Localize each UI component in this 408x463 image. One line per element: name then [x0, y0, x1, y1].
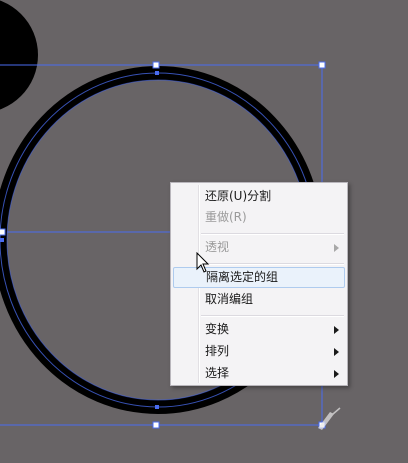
black-circle-shape[interactable] [0, 0, 38, 113]
artboard-canvas[interactable]: 还原(U)分割 重做(R) 透视 隔离选定的组 取消编组 变换 排列 选择 [0, 0, 408, 463]
menu-item-label: 变换 [205, 322, 230, 336]
menu-item-label: 还原(U)分割 [205, 189, 272, 203]
submenu-arrow-icon [334, 244, 339, 252]
handle-top-center[interactable] [152, 61, 160, 69]
handle-bottom-center[interactable] [152, 421, 160, 429]
menu-item-label: 取消编组 [205, 292, 254, 306]
menu-item-transform[interactable]: 变换 [173, 319, 345, 340]
anchor-point-bottom[interactable] [155, 405, 159, 409]
menu-item-label: 选择 [205, 366, 230, 380]
menu-item-label: 隔离选定的组 [206, 270, 279, 284]
menu-item-select[interactable]: 选择 [173, 363, 345, 384]
submenu-arrow-icon [334, 370, 339, 378]
anchor-point-top[interactable] [155, 71, 159, 75]
menu-item-label: 排列 [205, 344, 230, 358]
submenu-arrow-icon [334, 348, 339, 356]
menu-separator [201, 263, 344, 265]
menu-separator [201, 233, 344, 235]
watermark-icon [318, 407, 341, 430]
menu-item-ungroup[interactable]: 取消编组 [173, 289, 345, 310]
menu-separator [201, 315, 344, 317]
context-menu: 还原(U)分割 重做(R) 透视 隔离选定的组 取消编组 变换 排列 选择 [170, 182, 348, 386]
menu-item-undo-split[interactable]: 还原(U)分割 [173, 186, 345, 207]
menu-item-arrange[interactable]: 排列 [173, 341, 345, 362]
menu-item-redo[interactable]: 重做(R) [173, 207, 345, 228]
arrow-cursor-icon [196, 252, 210, 273]
anchor-point-left[interactable] [0, 238, 4, 242]
handle-middle-left[interactable] [0, 228, 6, 236]
menu-item-label: 重做(R) [205, 210, 247, 224]
handle-top-right[interactable] [318, 61, 326, 69]
submenu-arrow-icon [334, 326, 339, 334]
